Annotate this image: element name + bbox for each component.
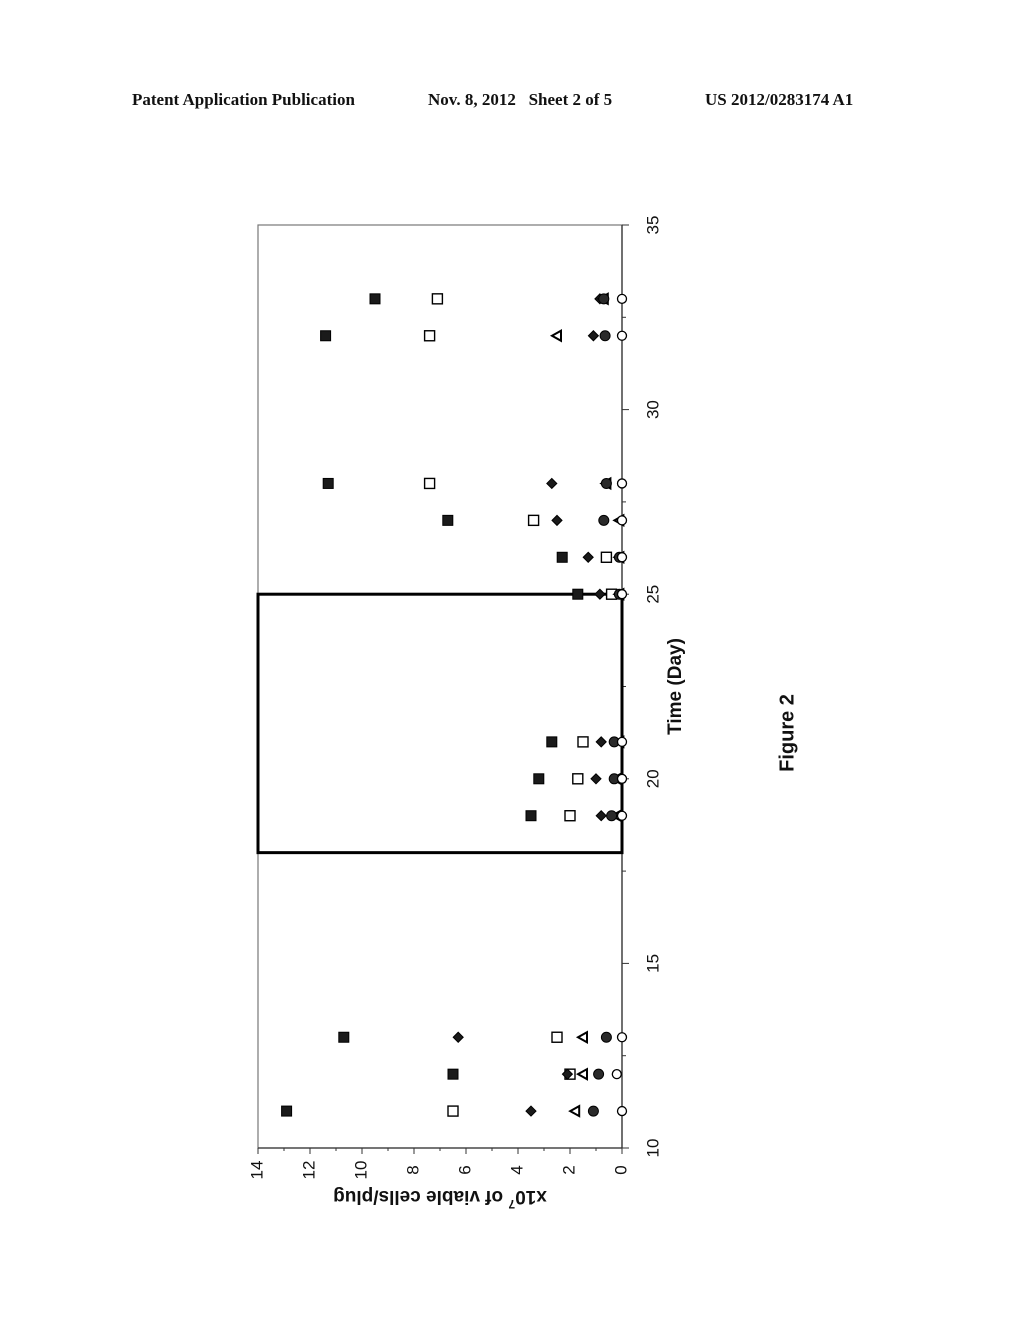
- filled-square-marker: [369, 293, 381, 305]
- data-points: [281, 292, 628, 1118]
- filled-square-marker: [546, 736, 558, 748]
- triangle-marker: [549, 329, 562, 343]
- open-circle-marker: [616, 810, 628, 821]
- diamond-marker: [587, 330, 600, 342]
- filled-square-marker: [322, 477, 334, 489]
- axes: [257, 224, 629, 1154]
- open-circle-marker: [616, 330, 628, 341]
- filled-square-marker: [338, 1031, 350, 1043]
- open-circle-marker: [616, 1032, 628, 1043]
- open-square-marker: [423, 477, 436, 490]
- open-square-marker: [423, 330, 436, 342]
- y-tick-label: 0: [611, 1165, 630, 1174]
- open-circle-marker: [616, 515, 628, 526]
- filled-circle-marker: [593, 1068, 605, 1080]
- x-tick-label: 20: [643, 769, 662, 788]
- open-circle-marker: [616, 552, 628, 563]
- open-square-marker: [572, 773, 584, 785]
- x-tick-label: 15: [643, 954, 662, 973]
- triangle-marker: [568, 1104, 581, 1118]
- filled-square-marker: [572, 588, 584, 600]
- y-axis-title-suffix: of viable cells/plug: [333, 1186, 508, 1207]
- y-tick-label: 2: [559, 1165, 578, 1174]
- filled-square-marker: [320, 330, 332, 342]
- scatter-chart: 10 15 20 25 30 35 0 2 4 6 8 10 12 14 Time (Day) x107 of…: [247, 216, 798, 1211]
- axis-labels: 10 15 20 25 30 35 0 2 4 6 8 10 12 14 Time (Day) x107 of…: [247, 216, 798, 1211]
- diamond-marker: [525, 1105, 537, 1117]
- open-circle-marker: [611, 1069, 622, 1080]
- open-circle-marker: [616, 1105, 628, 1117]
- open-square-marker: [577, 736, 589, 748]
- y-tick-label: 10: [351, 1161, 370, 1180]
- y-tick-label: 12: [299, 1161, 318, 1180]
- filled-circle-marker: [599, 330, 611, 342]
- y-tick-label: 6: [455, 1165, 474, 1174]
- plot-area-frame: [257, 224, 623, 1149]
- y-axis-title: x107 of viable cells/plug: [333, 1186, 547, 1211]
- triangle-marker: [575, 1030, 588, 1044]
- figure-label: Figure 2: [776, 694, 798, 772]
- diamond-marker: [452, 1031, 464, 1043]
- filled-circle-marker: [598, 293, 610, 305]
- filled-square-marker: [442, 514, 454, 526]
- open-square-marker: [447, 1105, 459, 1117]
- filled-circle-marker: [598, 514, 610, 526]
- open-circle-marker: [616, 293, 628, 304]
- open-circle-marker: [616, 736, 628, 748]
- filled-square-marker: [281, 1105, 293, 1117]
- open-circle-marker: [616, 589, 628, 600]
- x-tick-label: 25: [643, 585, 662, 604]
- open-square-marker: [551, 1031, 563, 1043]
- x-tick-label: 10: [643, 1139, 662, 1158]
- diamond-marker: [594, 588, 606, 600]
- diamond-marker: [551, 514, 563, 527]
- y-axis-title-prefix: x10: [515, 1186, 547, 1207]
- filled-circle-marker: [587, 1105, 599, 1117]
- diamond-marker: [582, 551, 594, 563]
- diamond-marker: [546, 477, 558, 490]
- filled-circle-marker: [600, 477, 612, 489]
- filled-square-marker: [447, 1068, 459, 1080]
- x-tick-label: 30: [643, 400, 662, 419]
- y-tick-label: 14: [247, 1161, 266, 1180]
- open-square-marker: [431, 293, 444, 305]
- open-square-marker: [564, 810, 576, 822]
- open-square-marker: [600, 551, 613, 563]
- filled-square-marker: [525, 810, 537, 822]
- diamond-marker: [590, 773, 602, 785]
- diamond-marker: [595, 810, 607, 822]
- diamond-marker: [595, 736, 607, 748]
- filled-circle-marker: [600, 1031, 612, 1043]
- x-axis-title: Time (Day): [665, 638, 686, 735]
- filled-square-marker: [533, 773, 545, 785]
- filled-square-marker: [556, 551, 568, 563]
- open-circle-marker: [616, 773, 628, 784]
- triangle-marker: [575, 1067, 588, 1081]
- open-square-marker: [527, 514, 540, 527]
- filled-circle-marker: [606, 810, 618, 822]
- open-circle-marker: [616, 478, 628, 489]
- y-tick-label: 8: [403, 1165, 422, 1174]
- x-tick-label: 35: [643, 216, 662, 235]
- y-tick-label: 4: [507, 1165, 526, 1174]
